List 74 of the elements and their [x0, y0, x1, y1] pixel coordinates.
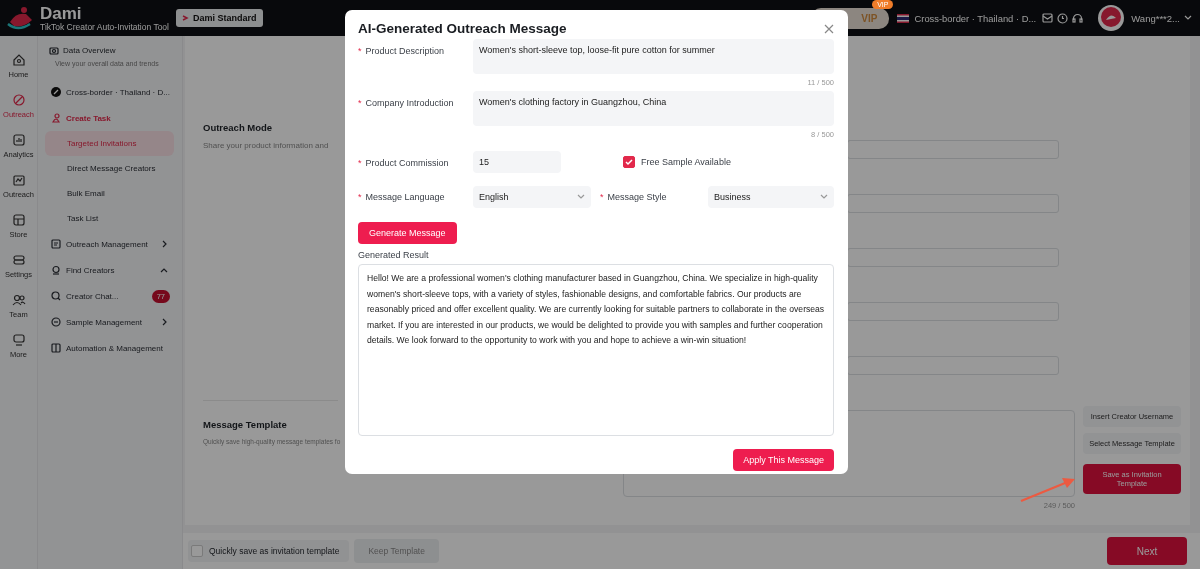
region-selector[interactable]: Cross-border · Thailand · D... [914, 12, 1037, 24]
quick-save-checkbox[interactable]: Quickly save as invitation template [188, 540, 350, 562]
grid-icon [51, 343, 61, 353]
next-button[interactable]: Next [1107, 537, 1187, 565]
dialog-title: AI-Generated Outreach Message [358, 21, 567, 36]
required-mark: * [358, 46, 362, 56]
close-button[interactable] [824, 23, 834, 34]
user-name[interactable]: Wang***2... [1131, 12, 1180, 24]
clock-icon [1057, 12, 1069, 24]
dropdown[interactable]: Business [708, 186, 834, 208]
field-label: Product Description [365, 46, 445, 56]
checkbox[interactable] [191, 545, 203, 557]
section-title: Outreach Mode [203, 122, 274, 133]
nav-subitem[interactable]: Task List [45, 206, 174, 231]
dropdown[interactable]: English [473, 186, 591, 208]
nav-item[interactable]: Automation & Management [45, 335, 174, 361]
nav-subitem[interactable]: Bulk Email [45, 181, 174, 206]
generate-button[interactable]: Generate Message [358, 222, 457, 244]
required-mark: * [600, 192, 604, 202]
nav-item[interactable]: Find Creators [45, 257, 174, 283]
required-mark: * [358, 192, 362, 202]
app-name: Dami [40, 4, 83, 22]
chevron-icon [182, 14, 190, 22]
flag-icon [897, 13, 910, 23]
home-icon [11, 53, 26, 67]
field-label: Message Language [365, 192, 445, 202]
nav-item[interactable]: Sample Management [45, 309, 174, 335]
text-area[interactable]: Women's clothing factory in Guangzhou, China [473, 91, 834, 126]
camera-icon [49, 46, 59, 55]
checkbox-label: Free Sample Available [641, 157, 731, 167]
shop-avatar-icon [51, 87, 61, 97]
required-mark: * [358, 98, 362, 108]
check-icon [625, 158, 633, 166]
mail-icon [1042, 13, 1054, 23]
apply-button[interactable]: Apply This Message [733, 449, 834, 471]
plan-button[interactable]: Dami Standard [176, 9, 263, 27]
input-field[interactable] [847, 356, 1059, 375]
input-field[interactable] [847, 140, 1059, 159]
store-icon [11, 213, 26, 227]
avatar-icon [1097, 4, 1126, 32]
section-title: Message Template [203, 419, 288, 430]
chevron-down-icon [577, 194, 585, 200]
result-textarea[interactable]: Hello! We are a professional women's clothing manufacturer based in Guangzhou, China. We specialize in high-quality women's short-sleeve tops, with a variety of styles, fashionable designs, and comfortable fabrics. Our products are reasonably priced and offer excellent quality. We are currently looking for suitable partners to collaborate in the overseas market. If you are interested in our products, we would be delighted to provide you with samples and further cooperation details. We look forward to the opportunity to work with you and hope to achieve a win-win situation! [358, 264, 834, 436]
input-field[interactable] [847, 194, 1059, 213]
nav-subitem[interactable]: Direct Message Creators [45, 156, 174, 181]
checkbox[interactable] [623, 156, 635, 168]
field-label: Product Commission [365, 158, 449, 168]
field-label: Message Style [607, 192, 667, 202]
text-area[interactable]: Women's short-sleeve top, loose-fit pure cotton for summer [473, 39, 834, 74]
person-search-icon [51, 265, 61, 275]
monitor-icon [11, 333, 26, 347]
people-icon [11, 293, 26, 307]
bar-chart-icon [11, 133, 26, 147]
chevron-down-icon [820, 194, 828, 200]
app-tagline: TikTok Creator Auto-Invitation Tool [40, 22, 169, 32]
input-field[interactable]: 15 [473, 151, 561, 173]
nav-item[interactable]: Outreach Management [45, 231, 174, 257]
nav-link[interactable]: Data Overview [63, 46, 116, 55]
chevron-down-icon [1184, 15, 1192, 21]
person-icon [51, 113, 61, 123]
search-icon [51, 291, 61, 301]
line-chart-icon [11, 173, 26, 187]
nav-item[interactable]: Create Task [45, 105, 174, 131]
input-field[interactable] [847, 248, 1059, 267]
circle-icon [51, 317, 61, 327]
required-mark: * [358, 158, 362, 168]
document-icon [51, 239, 61, 249]
field-label: Company Introduction [365, 98, 454, 108]
settings-icon [11, 253, 26, 267]
section-description: Share your product information and [203, 141, 330, 150]
shop-selector[interactable]: Cross-border · Thailand · D... [66, 87, 174, 97]
headset-icon [1072, 12, 1084, 24]
input-field[interactable] [847, 302, 1059, 321]
field-label: Generated Result [358, 250, 430, 260]
